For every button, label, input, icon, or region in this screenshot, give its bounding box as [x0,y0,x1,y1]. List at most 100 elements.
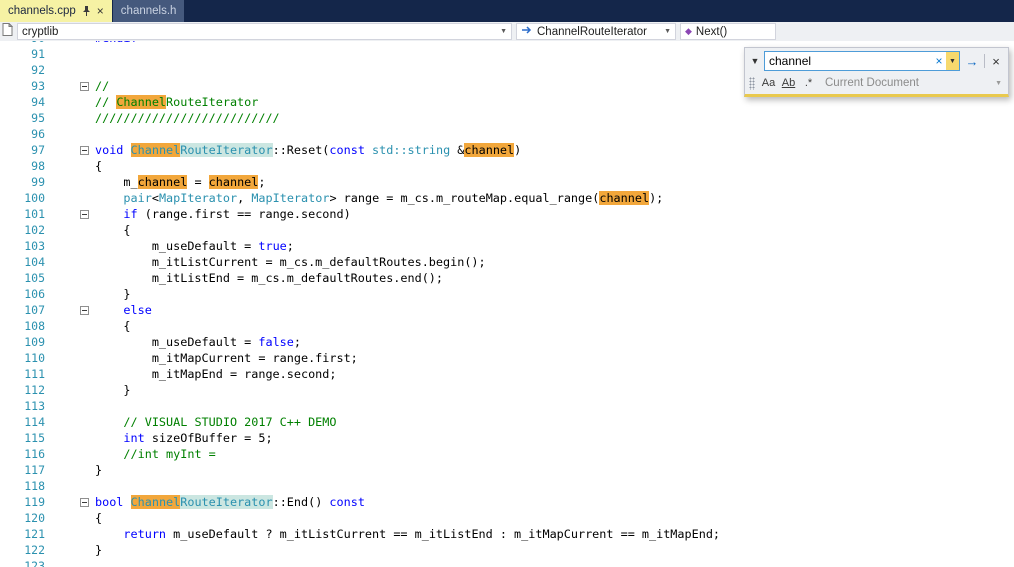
code-line[interactable]: 100 pair<MapIterator, MapIterator> range… [0,190,1014,206]
fold-collapse-icon[interactable] [79,305,89,315]
tab-channels-cpp[interactable]: channels.cpp × [0,0,112,22]
line-number[interactable]: 117 [0,462,47,478]
code-line[interactable]: 101 if (range.first == range.second) [0,206,1014,222]
drag-grip-icon[interactable] [749,76,755,90]
code-line[interactable]: 97 void ChannelRouteIterator::Reset(const… [0,142,1014,158]
whole-word-button[interactable]: Ab [780,75,797,91]
code-line[interactable]: 106 } [0,286,1014,302]
code-text: m_itMapEnd = range.second; [95,367,337,381]
fold-margin[interactable] [77,206,91,222]
fold-margin[interactable] [77,78,91,94]
code-line[interactable]: 104 m_itListCurrent = m_cs.m_defaultRout… [0,254,1014,270]
find-row-options: Aa Ab .* Current Document ▼ [745,74,1008,94]
code-line[interactable]: 114 // VISUAL STUDIO 2017 C++ DEMO [0,414,1014,430]
fold-collapse-icon[interactable] [79,81,89,91]
line-number[interactable]: 109 [0,334,47,350]
code-line[interactable]: 117} [0,462,1014,478]
code-line[interactable]: 112 } [0,382,1014,398]
line-number[interactable]: 123 [0,558,47,567]
code-line[interactable]: 113 [0,398,1014,414]
line-number[interactable]: 114 [0,414,47,430]
code-line[interactable]: 119 bool ChannelRouteIterator::End() cons… [0,494,1014,510]
clear-search-icon[interactable]: × [932,54,946,68]
fold-collapse-icon[interactable] [79,497,89,507]
line-number[interactable]: 110 [0,350,47,366]
project-dropdown[interactable]: cryptlib ▼ [17,23,512,40]
fold-collapse-icon[interactable] [79,209,89,219]
code-line[interactable]: 115 int sizeOfBuffer = 5; [0,430,1014,446]
code-line[interactable]: 111 m_itMapEnd = range.second; [0,366,1014,382]
line-number[interactable]: 119 [0,494,47,510]
type-dropdown[interactable]: ChannelRouteIterator ▼ [516,23,676,40]
code-line[interactable]: 107 else [0,302,1014,318]
match-case-button[interactable]: Aa [760,75,777,91]
line-number[interactable]: 102 [0,222,47,238]
code-line[interactable]: 108 { [0,318,1014,334]
line-number[interactable]: 116 [0,446,47,462]
code-line[interactable]: 95 ////////////////////////// [0,110,1014,126]
line-number[interactable]: 118 [0,478,47,494]
line-number[interactable]: 93 [0,78,47,94]
search-history-dropdown[interactable]: ▼ [946,52,959,70]
code-line[interactable]: 120 { [0,510,1014,526]
tab-channels-h[interactable]: channels.h [112,0,185,22]
line-number[interactable]: 107 [0,302,47,318]
line-number[interactable]: 94 [0,94,47,110]
pin-icon[interactable] [82,5,91,17]
line-number[interactable]: 121 [0,526,47,542]
line-number[interactable]: 106 [0,286,47,302]
search-scope-dropdown[interactable]: Current Document ▼ [825,77,1004,89]
close-icon[interactable]: × [97,5,104,17]
code-line[interactable]: 122} [0,542,1014,558]
fold-margin[interactable] [77,142,91,158]
line-number[interactable]: 105 [0,270,47,286]
code-line[interactable]: 105 m_itListEnd = m_cs.m_defaultRoutes.e… [0,270,1014,286]
member-dropdown[interactable]: ◆ Next() [680,23,776,40]
code-line[interactable]: 99 m_channel = channel; [0,174,1014,190]
line-number[interactable]: 92 [0,62,47,78]
line-number[interactable]: 95 [0,110,47,126]
line-number[interactable]: 112 [0,382,47,398]
code-line[interactable]: 103 m_useDefault = true; [0,238,1014,254]
code-line[interactable]: 110 m_itMapCurrent = range.first; [0,350,1014,366]
line-number[interactable]: 96 [0,126,47,142]
code-line[interactable]: 109 m_useDefault = false; [0,334,1014,350]
regex-button[interactable]: .* [800,75,817,91]
line-number[interactable]: 103 [0,238,47,254]
line-number[interactable]: 113 [0,398,47,414]
code-line[interactable]: 121 return m_useDefault ? m_itListCurren… [0,526,1014,542]
line-number[interactable]: 111 [0,366,47,382]
line-number[interactable]: 104 [0,254,47,270]
line-number[interactable]: 122 [0,542,47,558]
code-text: //int myInt = [123,447,216,461]
code-line[interactable]: 118 [0,478,1014,494]
find-next-button[interactable]: → [963,54,981,69]
code-line[interactable]: 96 [0,126,1014,142]
code-line[interactable]: 116 //int myInt = [0,446,1014,462]
line-number[interactable]: 120 [0,510,47,526]
line-number[interactable]: 97 [0,142,47,158]
line-number[interactable]: 108 [0,318,47,334]
close-find-icon[interactable]: × [988,54,1004,69]
code-line[interactable]: 123 [0,558,1014,567]
line-number[interactable]: 91 [0,46,47,62]
fold-collapse-icon[interactable] [79,145,89,155]
find-row-search: ▼ × ▼ → × [745,48,1008,74]
line-number[interactable]: 100 [0,190,47,206]
search-input[interactable] [765,52,932,70]
glyph-margin [47,462,77,478]
code-line[interactable]: 102 { [0,222,1014,238]
line-number[interactable]: 99 [0,174,47,190]
line-number[interactable]: 98 [0,158,47,174]
fold-margin[interactable] [77,494,91,510]
code-editor[interactable]: 90#endif919293//94// ChannelRouteIterato… [0,41,1014,567]
line-number[interactable]: 101 [0,206,47,222]
code-text: { [95,319,131,333]
fold-margin[interactable] [77,302,91,318]
expand-replace-chevron-icon[interactable]: ▼ [749,56,761,66]
class-icon [521,25,533,38]
chevron-down-icon: ▼ [664,28,671,35]
code-line[interactable]: 98 { [0,158,1014,174]
line-number[interactable]: 115 [0,430,47,446]
code-text: void ChannelRouteIterator::Reset(const s… [95,143,522,157]
